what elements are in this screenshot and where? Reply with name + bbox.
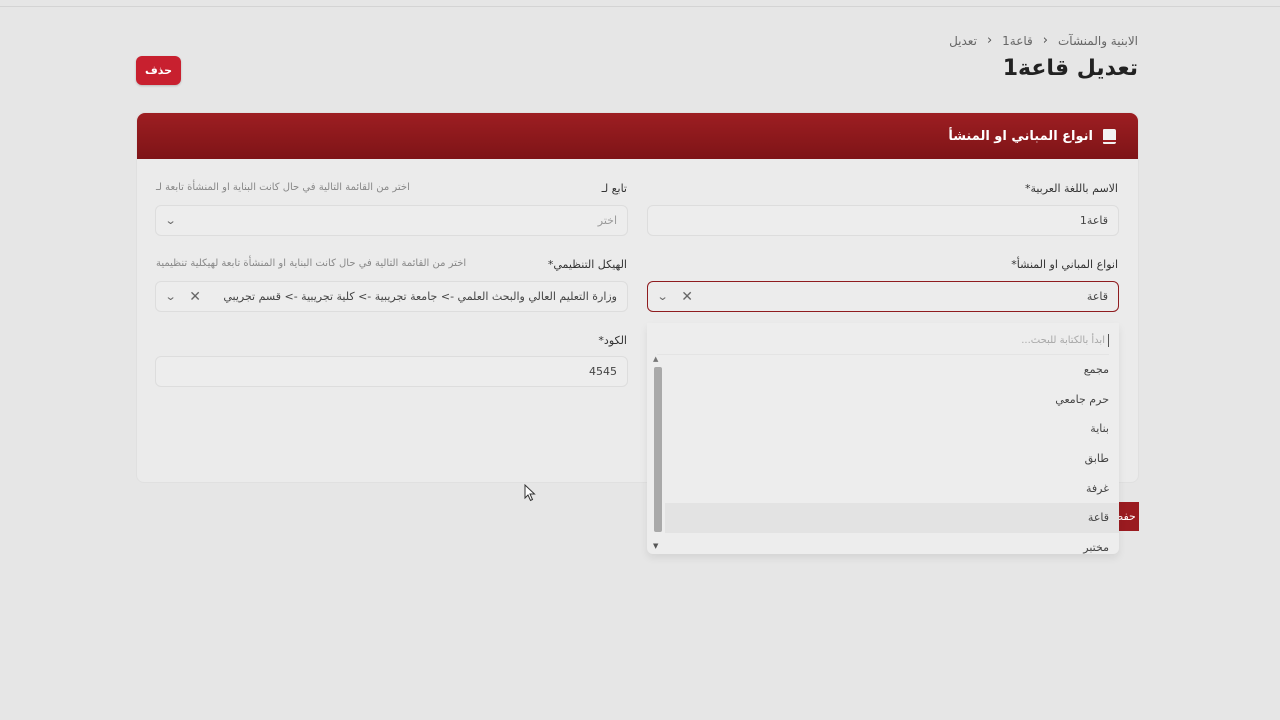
- dropdown-option[interactable]: مجمع: [665, 355, 1119, 385]
- clear-icon[interactable]: ✕: [189, 289, 201, 305]
- dropdown-option[interactable]: طابق: [665, 444, 1119, 474]
- dropdown-option-selected[interactable]: قاعة: [665, 502, 1119, 533]
- dropdown-option[interactable]: بناية: [665, 414, 1119, 444]
- building-type-value: قاعة: [1086, 290, 1108, 303]
- book-icon: [1103, 128, 1116, 144]
- chevron-down-icon[interactable]: ⌄: [165, 290, 177, 303]
- breadcrumb-item-hall[interactable]: قاعة1: [1002, 34, 1033, 48]
- scroll-thumb[interactable]: [654, 367, 662, 532]
- dropdown-search-input[interactable]: ابدأ بالكتابة للبحث...: [657, 327, 1109, 355]
- parent-hint: اختر من القائمة التالية في حال كانت البن…: [156, 182, 410, 193]
- org-structure-value: وزارة التعليم العالي والبحث العلمي -> جا…: [223, 290, 617, 303]
- code-label: الكود*: [598, 334, 627, 347]
- name-ar-value: قاعة1: [1079, 214, 1108, 227]
- scroll-up-icon[interactable]: ▲: [653, 355, 658, 363]
- org-structure-label: الهيكل التنظيمي*: [547, 258, 627, 271]
- card-header: انواع المباني او المنشأ: [137, 113, 1138, 159]
- building-type-dropdown: ابدأ بالكتابة للبحث... مجمع حرم جامعي بن…: [647, 323, 1119, 554]
- dropdown-options: مجمع حرم جامعي بناية طابق غرفة قاعة مختب…: [665, 355, 1119, 554]
- code-input[interactable]: 4545: [155, 356, 628, 387]
- chevron-left-icon: ‹: [986, 33, 993, 48]
- breadcrumb-item-buildings[interactable]: الابنية والمنشآت: [1058, 34, 1138, 48]
- parent-select[interactable]: اختر ⌄: [155, 205, 628, 236]
- building-type-label: انواع المباني او المنشأ*: [1011, 258, 1118, 271]
- breadcrumb: الابنية والمنشآت ‹ قاعة1 ‹ تعديل: [949, 33, 1138, 48]
- name-ar-label: الاسم باللغة العربية*: [1024, 182, 1118, 195]
- dropdown-search-placeholder: ابدأ بالكتابة للبحث...: [1021, 335, 1105, 346]
- chevron-down-icon[interactable]: ⌄: [165, 214, 177, 227]
- building-type-select[interactable]: قاعة ✕ ⌄: [647, 281, 1119, 312]
- page-title: تعديل قاعة1: [1002, 56, 1138, 81]
- dropdown-option[interactable]: حرم جامعي: [665, 385, 1119, 415]
- parent-label: تابع لـ: [601, 182, 627, 195]
- org-structure-hint: اختر من القائمة التالية في حال كانت البن…: [156, 258, 467, 269]
- chevron-down-icon[interactable]: ⌄: [657, 290, 669, 303]
- delete-button[interactable]: حذف: [136, 56, 181, 85]
- dropdown-option[interactable]: مختبر: [665, 533, 1119, 554]
- scroll-down-icon[interactable]: ▼: [653, 542, 658, 550]
- clear-icon[interactable]: ✕: [681, 289, 693, 305]
- parent-placeholder: اختر: [597, 214, 617, 227]
- dropdown-scrollbar[interactable]: ▲ ▼: [651, 355, 663, 554]
- org-structure-select[interactable]: وزارة التعليم العالي والبحث العلمي -> جا…: [155, 281, 628, 312]
- name-ar-input[interactable]: قاعة1: [647, 205, 1119, 236]
- code-value: 4545: [589, 365, 617, 378]
- dropdown-option[interactable]: غرفة: [665, 473, 1119, 503]
- breadcrumb-item-edit: تعديل: [949, 33, 977, 48]
- top-divider: [0, 6, 1280, 7]
- text-caret: [1108, 334, 1109, 347]
- card-title: انواع المباني او المنشأ: [948, 128, 1093, 144]
- chevron-left-icon: ‹: [1042, 33, 1048, 48]
- mouse-cursor-icon: [524, 484, 536, 502]
